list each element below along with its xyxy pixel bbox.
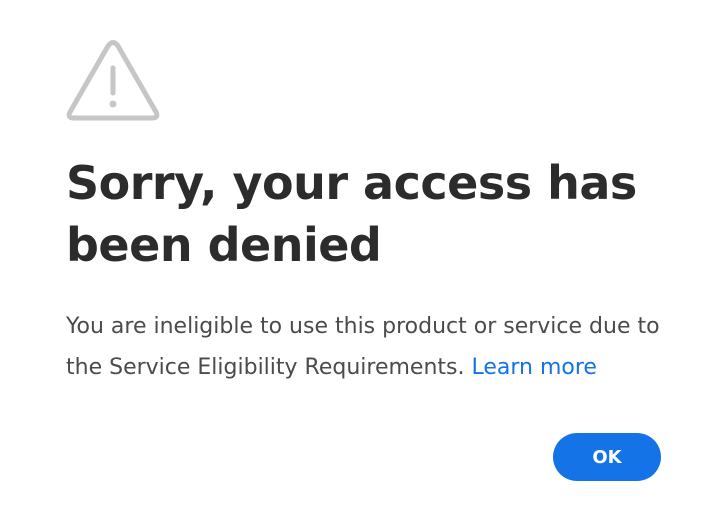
dialog-message: You are ineligible to use this product o… [66,306,676,388]
dialog-title: Sorry, your access has been denied [66,156,637,272]
learn-more-link[interactable]: Learn more [471,355,596,380]
access-denied-dialog: Sorry, your access has been denied You a… [0,0,718,522]
warning-triangle-icon [64,38,162,124]
ok-button[interactable]: OK [553,433,661,481]
